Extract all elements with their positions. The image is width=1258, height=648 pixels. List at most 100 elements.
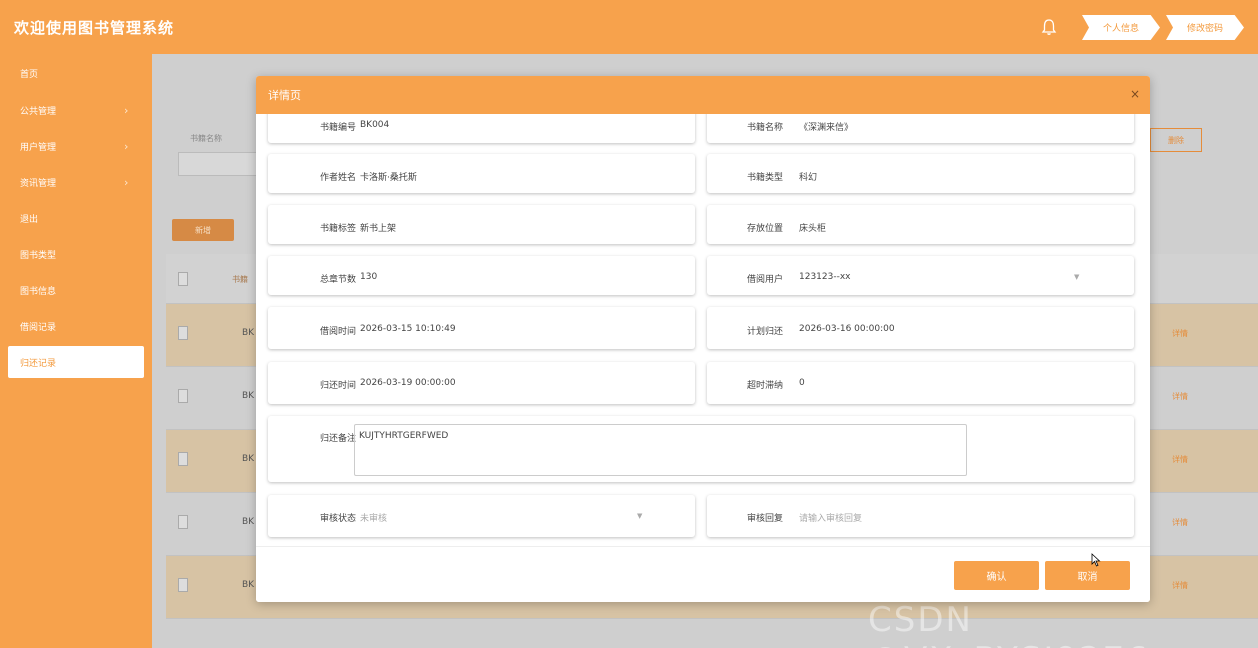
field-value[interactable]: 床头柜	[799, 221, 826, 234]
chevron-down-icon[interactable]: ▼	[637, 512, 642, 520]
field-value[interactable]: 0	[799, 378, 805, 388]
chevron-right-icon: ›	[124, 176, 129, 189]
change-password-button[interactable]: 修改密码	[1166, 15, 1244, 40]
field-value[interactable]: 科幻	[799, 170, 817, 183]
confirm-button[interactable]: 确认	[954, 561, 1039, 590]
chevron-right-icon: ›	[124, 104, 129, 117]
detail-link[interactable]: 详情	[1172, 580, 1188, 591]
field-author: 作者姓名 卡洛斯·桑托斯	[268, 154, 695, 193]
row-checkbox[interactable]	[178, 452, 188, 466]
sidebar-item-public[interactable]: 公共管理 ›	[0, 92, 152, 128]
field-label: 借阅用户	[746, 275, 783, 285]
sidebar-item-return-records[interactable]: 归还记录	[8, 346, 144, 378]
detail-link[interactable]: 详情	[1172, 454, 1188, 465]
field-label: 审核回复	[746, 514, 783, 524]
field-label: 审核状态	[319, 514, 356, 524]
cell-book-id: BK	[242, 328, 255, 338]
field-review-status[interactable]: 审核状态 未审核 ▼	[268, 495, 695, 537]
cell-book-id: BK	[242, 454, 255, 464]
column-header-id: 书籍	[232, 275, 248, 284]
modal-body: 书籍编号 BK004 书籍名称 《深渊来信》 作者姓名 卡洛斯·桑托斯 书籍类型…	[256, 114, 1150, 546]
field-book-type: 书籍类型 科幻	[707, 154, 1134, 193]
sidebar-item-label: 图书信息	[20, 286, 57, 297]
field-label: 计划归还	[746, 327, 783, 337]
modal-title: 详情页	[268, 89, 301, 102]
field-label: 作者姓名	[319, 173, 356, 183]
field-value[interactable]: 2026-03-15 10:10:49	[360, 324, 456, 334]
field-borrow-time: 借阅时间 2026-03-15 10:10:49	[268, 307, 695, 349]
field-label: 书籍名称	[746, 123, 783, 133]
field-label: 存放位置	[746, 224, 783, 234]
sidebar-item-book-info[interactable]: 图书信息	[0, 272, 152, 308]
sidebar-item-news[interactable]: 资讯管理 ›	[0, 164, 152, 200]
delete-button[interactable]: 删除	[1150, 128, 1202, 152]
search-input[interactable]	[178, 152, 268, 176]
detail-modal: 详情页 × 书籍编号 BK004 书籍名称 《深渊来信》 作者姓名 卡洛斯·桑托…	[256, 76, 1150, 602]
field-value[interactable]: 130	[360, 272, 377, 282]
field-value[interactable]: 《深渊来信》	[799, 120, 853, 133]
watermark: CSDN @VX_BYSJ9276	[868, 600, 1148, 648]
row-checkbox[interactable]	[178, 326, 188, 340]
sidebar-item-label: 资讯管理	[20, 178, 57, 189]
sidebar-item-label: 首页	[20, 69, 39, 80]
review-status-select[interactable]: 未审核	[360, 511, 387, 524]
row-checkbox[interactable]	[178, 515, 188, 529]
sidebar-item-logout[interactable]: 退出	[0, 200, 152, 236]
field-value[interactable]: 卡洛斯·桑托斯	[360, 170, 417, 183]
detail-link[interactable]: 详情	[1172, 328, 1188, 339]
field-value[interactable]: 新书上架	[360, 221, 396, 234]
field-book-tag: 书籍标签 新书上架	[268, 205, 695, 244]
field-label: 归还时间	[319, 381, 356, 391]
add-button-label: 新增	[195, 225, 211, 235]
sidebar-item-borrow-records[interactable]: 借阅记录	[0, 308, 152, 344]
field-book-name: 书籍名称 《深渊来信》	[707, 114, 1134, 143]
field-return-note: 归还备注 KUJTYHRTGERFWED	[268, 416, 1134, 482]
field-label: 书籍编号	[319, 123, 356, 133]
top-header: 欢迎使用图书管理系统 个人信息 修改密码	[0, 0, 1258, 54]
return-note-textarea[interactable]: KUJTYHRTGERFWED	[354, 424, 967, 476]
sidebar-item-book-types[interactable]: 图书类型	[0, 236, 152, 272]
borrower-select-value[interactable]: 123123--xx	[799, 272, 851, 282]
field-value[interactable]: 2026-03-19 00:00:00	[360, 378, 456, 388]
chevron-right-icon: ›	[124, 140, 129, 153]
app-title: 欢迎使用图书管理系统	[14, 18, 175, 37]
field-label: 书籍标签	[319, 224, 356, 234]
add-button[interactable]: 新增	[172, 219, 234, 241]
sidebar-item-label: 图书类型	[20, 250, 57, 261]
sidebar-item-label: 公共管理	[20, 106, 57, 117]
select-all-checkbox[interactable]	[178, 272, 188, 286]
mouse-cursor-icon	[1091, 553, 1101, 567]
bell-icon[interactable]	[1041, 18, 1057, 36]
cell-book-id: BK	[242, 580, 255, 590]
field-value[interactable]: BK004	[360, 120, 389, 130]
sidebar-item-users[interactable]: 用户管理 ›	[0, 128, 152, 164]
close-icon[interactable]: ×	[1130, 86, 1140, 102]
row-checkbox[interactable]	[178, 578, 188, 592]
review-reply-input[interactable]: 请输入审核回复	[799, 511, 862, 524]
chevron-down-icon[interactable]: ▼	[1074, 273, 1079, 281]
row-checkbox[interactable]	[178, 389, 188, 403]
detail-link[interactable]: 详情	[1172, 517, 1188, 528]
sidebar-item-label: 借阅记录	[20, 322, 57, 333]
field-plan-return: 计划归还 2026-03-16 00:00:00	[707, 307, 1134, 349]
cell-book-id: BK	[242, 517, 255, 527]
field-borrower[interactable]: 借阅用户 123123--xx ▼	[707, 256, 1134, 295]
cancel-button[interactable]: 取消	[1045, 561, 1130, 590]
sidebar-item-label: 退出	[20, 214, 39, 225]
field-location: 存放位置 床头柜	[707, 205, 1134, 244]
field-label: 总章节数	[319, 275, 356, 285]
field-label: 书籍类型	[746, 173, 783, 183]
field-return-time: 归还时间 2026-03-19 00:00:00	[268, 362, 695, 404]
sidebar: 首页 公共管理 › 用户管理 › 资讯管理 › 退出 图书类型 图书信息 借阅记录 归…	[0, 54, 152, 648]
sidebar-item-label: 归还记录	[20, 358, 57, 369]
field-overdue-fee: 超时滞纳 0	[707, 362, 1134, 404]
field-review-reply: 审核回复 请输入审核回复	[707, 495, 1134, 537]
detail-link[interactable]: 详情	[1172, 391, 1188, 402]
sidebar-item-home[interactable]: 首页	[0, 54, 152, 92]
field-value[interactable]: 2026-03-16 00:00:00	[799, 324, 895, 334]
field-chapters: 总章节数 130	[268, 256, 695, 295]
cell-book-id: BK	[242, 391, 255, 401]
field-label: 借阅时间	[319, 327, 356, 337]
profile-button[interactable]: 个人信息	[1082, 15, 1160, 40]
modal-footer: 确认 取消	[256, 546, 1150, 602]
